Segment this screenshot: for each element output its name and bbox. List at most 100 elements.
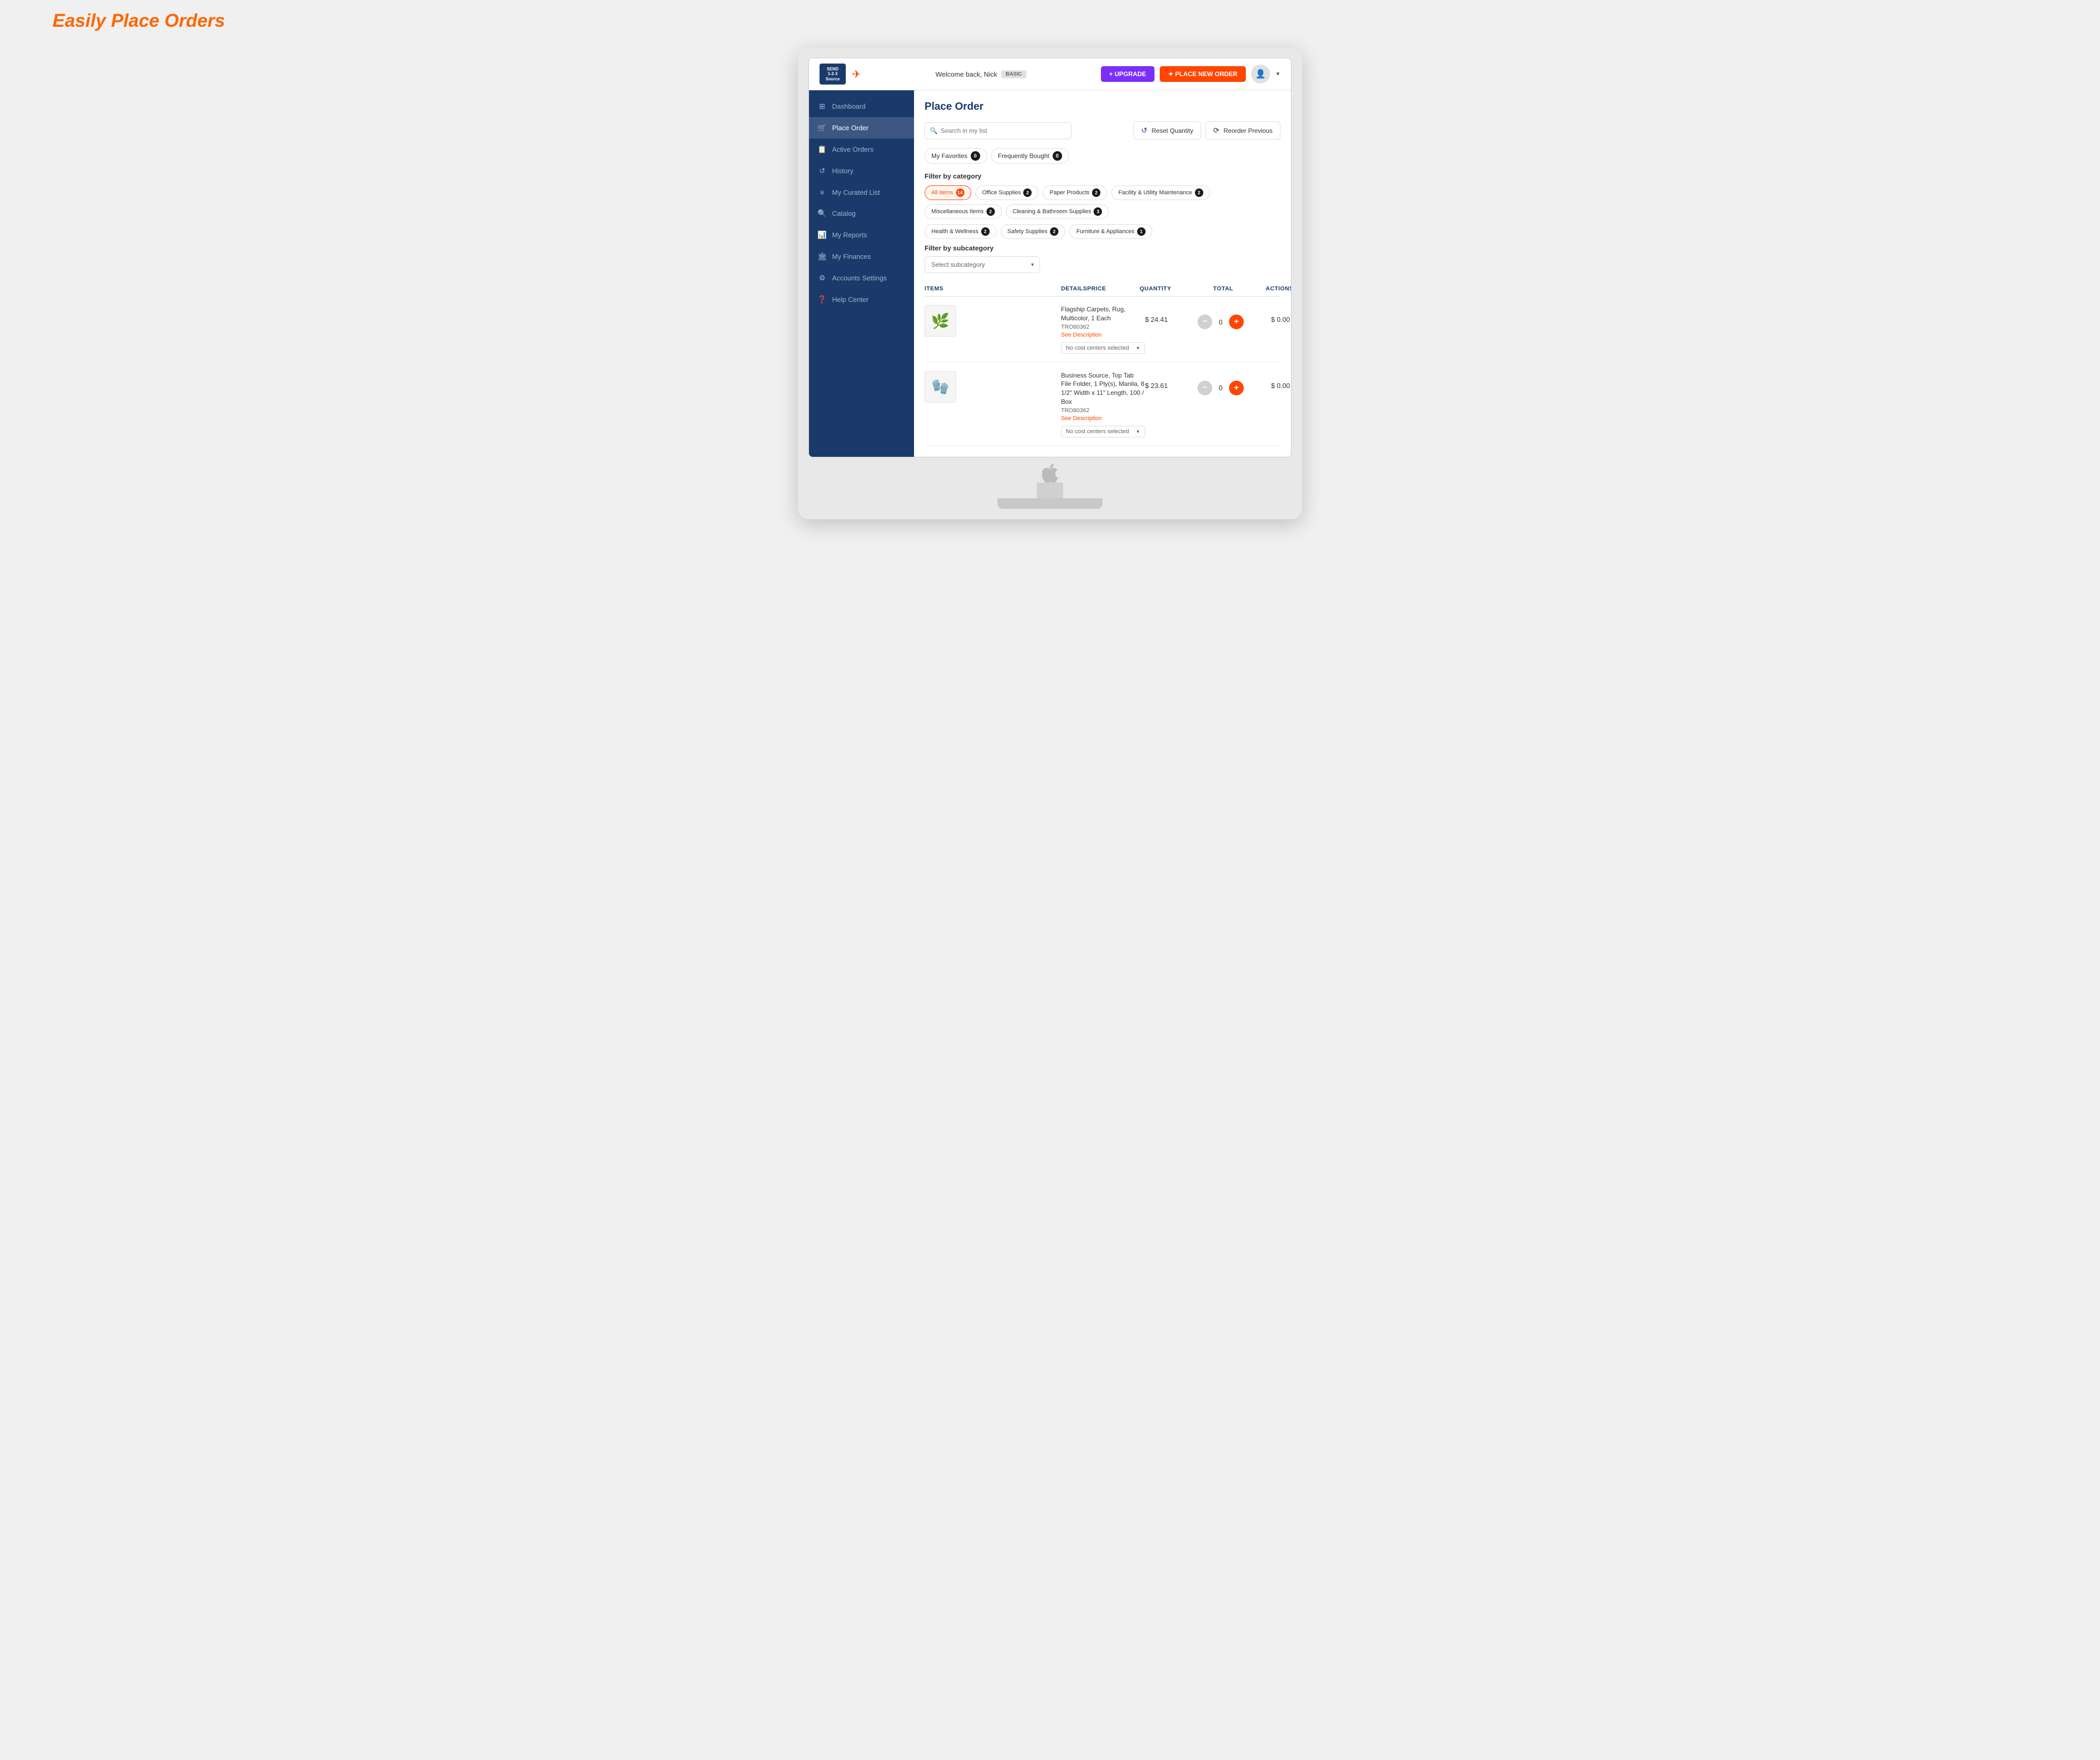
total-cell-1: $ 0.00 [1271, 305, 1291, 323]
sidebar: ⊞ Dashboard 🛒 Place Order 📋 Active Order… [809, 90, 914, 457]
accounts-settings-icon: ⚙ [817, 274, 827, 282]
cat-label-health: Health & Wellness [931, 228, 979, 235]
reorder-icon: ⟳ [1213, 126, 1220, 135]
search-bar-row: 🔍 ↺ Reset Quantity ⟳ Reorder Previous [925, 121, 1280, 140]
cat-chip-facility[interactable]: Facility & Utility Maintenance 2 [1111, 185, 1210, 200]
item-name-1: Flagship Carpets, Rug, Multicolor, 1 Eac… [1061, 305, 1145, 323]
qty-decrease-2[interactable]: − [1198, 381, 1212, 395]
price-cell-2: $ 23.61 [1145, 371, 1198, 390]
quantity-cell-2: − 0 + [1198, 371, 1271, 395]
user-avatar-button[interactable]: 👤 [1251, 65, 1270, 83]
app-container: SEND 1-2-3 Source ✈ Welcome back, Nick B… [809, 58, 1291, 457]
cat-chip-safety[interactable]: Safety Supplies 2 [1001, 224, 1065, 239]
qty-value-1: 0 [1215, 318, 1226, 326]
tab-my-favorites[interactable]: My Favorites 0 [925, 148, 987, 164]
tab-my-favorites-label: My Favorites [931, 152, 968, 160]
logo-area: SEND 1-2-3 Source ✈ [820, 64, 861, 85]
subcategory-row: Filter by subcategory Select subcategory [925, 244, 1280, 273]
monitor-screen: SEND 1-2-3 Source ✈ Welcome back, Nick B… [808, 58, 1292, 457]
reorder-previous-label: Reorder Previous [1224, 127, 1273, 134]
search-input-wrap: 🔍 [925, 122, 1072, 139]
logo-plane-icon: ✈ [852, 68, 861, 81]
sidebar-item-help-center[interactable]: ❓ Help Center [809, 289, 914, 310]
cat-label-facility: Facility & Utility Maintenance [1118, 190, 1192, 196]
reset-quantity-button[interactable]: ↺ Reset Quantity [1133, 121, 1201, 140]
sidebar-item-accounts-settings[interactable]: ⚙ Accounts Settings [809, 267, 914, 289]
table-row: 🧤 Business Source, Top Tab File Folder, … [925, 363, 1280, 446]
filter-tabs-row: My Favorites 0 Frequently Bought 0 [925, 148, 1280, 164]
sidebar-label-my-finances: My Finances [832, 253, 871, 260]
quantity-cell-1: − 0 + [1198, 305, 1271, 329]
item-img-cell-2: 🧤 [925, 371, 1061, 403]
qty-increase-2[interactable]: + [1229, 381, 1244, 395]
cost-center-1[interactable]: No cost centers selected ▼ [1061, 342, 1145, 354]
qty-decrease-1[interactable]: − [1198, 315, 1212, 329]
welcome-area: Welcome back, Nick BASIC [936, 70, 1026, 78]
tab-frequently-bought[interactable]: Frequently Bought 0 [991, 148, 1069, 164]
cat-chip-miscellaneous[interactable]: Miscellaneous Items 2 [925, 204, 1002, 219]
th-items: ITEMS [925, 286, 1061, 292]
apple-logo [1042, 457, 1058, 483]
sidebar-label-help-center: Help Center [832, 296, 868, 303]
active-orders-icon: 📋 [817, 145, 827, 154]
item-desc-link-2[interactable]: See Description [1061, 415, 1145, 422]
reset-quantity-label: Reset Quantity [1152, 127, 1193, 134]
th-quantity: QUANTITY [1140, 286, 1213, 292]
sidebar-item-my-curated-list[interactable]: ≡ My Curated List [809, 182, 914, 203]
cat-chip-office-supplies[interactable]: Office Supplies 2 [975, 185, 1039, 200]
top-bar: SEND 1-2-3 Source ✈ Welcome back, Nick B… [809, 58, 1291, 90]
item-image-1: 🌿 [925, 305, 956, 337]
main-content: Place Order 🔍 ↺ Reset Quantity [914, 90, 1291, 457]
cat-chip-health[interactable]: Health & Wellness 2 [925, 224, 996, 239]
reset-icon: ↺ [1141, 126, 1148, 135]
cat-chip-cleaning[interactable]: Cleaning & Bathroom Supplies 3 [1006, 204, 1109, 219]
cat-chip-all-items[interactable]: All items 14 [925, 185, 971, 200]
tab-frequently-bought-label: Frequently Bought [998, 152, 1049, 160]
tab-frequently-bought-count: 0 [1053, 151, 1062, 161]
place-new-order-button[interactable]: ✦ PLACE NEW ORDER [1160, 66, 1246, 82]
qty-value-2: 0 [1215, 384, 1226, 392]
cat-label-office-supplies: Office Supplies [982, 190, 1021, 196]
item-img-emoji-2: 🧤 [931, 378, 950, 395]
logo-line1: SEND [827, 67, 838, 72]
my-finances-icon: 🏛 [817, 252, 827, 261]
user-dropdown-chevron: ▼ [1275, 71, 1280, 77]
total-cell-2: $ 0.00 [1271, 371, 1291, 390]
top-actions: + UPGRADE ✦ PLACE NEW ORDER 👤 ▼ [1101, 65, 1280, 83]
th-details: DETAILS [1061, 286, 1087, 292]
cost-center-chevron-2: ▼ [1136, 429, 1140, 434]
sidebar-item-dashboard[interactable]: ⊞ Dashboard [809, 96, 914, 117]
search-input[interactable] [925, 122, 1072, 139]
logo-line2: 1-2-3 [828, 71, 838, 77]
reset-reorder-area: ↺ Reset Quantity ⟳ Reorder Previous [1133, 121, 1280, 140]
subcategory-select-wrap: Select subcategory [925, 256, 1040, 273]
catalog-icon: 🔍 [817, 209, 827, 218]
cat-label-paper-products: Paper Products [1049, 190, 1089, 196]
item-img-emoji-1: 🌿 [931, 312, 950, 330]
welcome-text: Welcome back, Nick [936, 70, 998, 78]
qty-increase-1[interactable]: + [1229, 315, 1244, 329]
subcategory-select[interactable]: Select subcategory [925, 256, 1040, 273]
monitor-stand [808, 457, 1292, 509]
user-icon: 👤 [1255, 69, 1266, 79]
cat-chip-furniture[interactable]: Furniture & Appliances 1 [1069, 224, 1152, 239]
item-sku-1: TRO80362 [1061, 324, 1145, 330]
sidebar-item-my-finances[interactable]: 🏛 My Finances [809, 246, 914, 267]
sidebar-item-history[interactable]: ↺ History [809, 160, 914, 182]
upgrade-button[interactable]: + UPGRADE [1101, 66, 1154, 82]
reorder-previous-button[interactable]: ⟳ Reorder Previous [1205, 121, 1280, 140]
sidebar-label-catalog: Catalog [832, 209, 856, 217]
cost-center-2[interactable]: No cost centers selected ▼ [1061, 426, 1145, 437]
sidebar-item-catalog[interactable]: 🔍 Catalog [809, 203, 914, 224]
cat-count-cleaning: 3 [1094, 207, 1102, 216]
sidebar-item-active-orders[interactable]: 📋 Active Orders [809, 139, 914, 160]
item-details-1: Flagship Carpets, Rug, Multicolor, 1 Eac… [1061, 305, 1145, 354]
item-desc-link-1[interactable]: See Description [1061, 332, 1145, 338]
sidebar-item-my-reports[interactable]: 📊 My Reports [809, 224, 914, 246]
logo-box: SEND 1-2-3 Source [820, 64, 846, 85]
cat-count-paper-products: 2 [1092, 188, 1100, 197]
cat-label-all-items: All items [931, 190, 953, 196]
th-total: TOTAL [1213, 286, 1266, 292]
sidebar-item-place-order[interactable]: 🛒 Place Order [809, 117, 914, 139]
cat-chip-paper-products[interactable]: Paper Products 2 [1043, 185, 1107, 200]
